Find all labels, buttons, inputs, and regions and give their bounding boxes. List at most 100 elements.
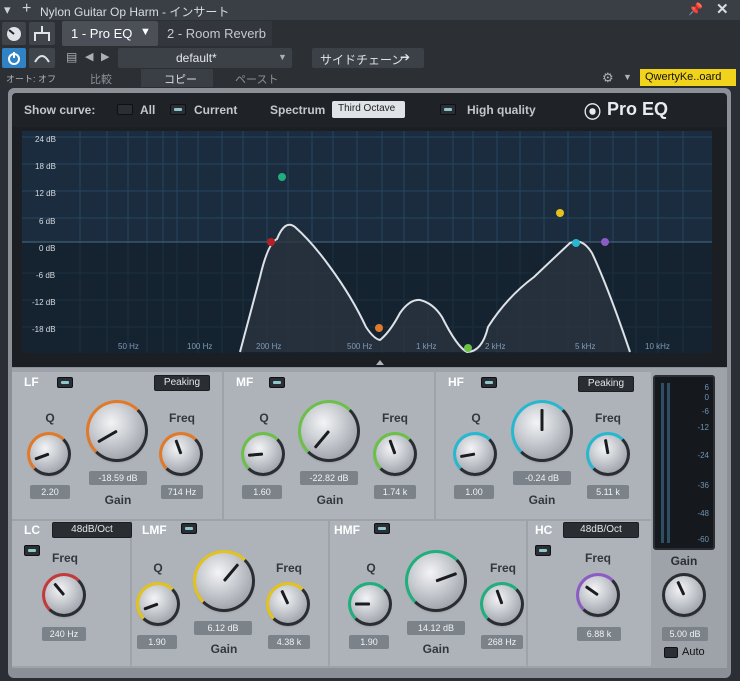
- routing-button[interactable]: [29, 22, 55, 45]
- keyboard-button[interactable]: QwertyKe..oard: [640, 69, 736, 86]
- lc-freq-value[interactable]: 240 Hz: [42, 627, 86, 641]
- mf-q-knob[interactable]: [241, 432, 285, 476]
- next-preset-icon[interactable]: ▶: [101, 50, 109, 63]
- eq-graph[interactable]: 24 dB 18 dB 12 dB 6 dB 0 dB -6 dB -12 dB…: [12, 127, 727, 367]
- lmf-q-knob[interactable]: [136, 582, 180, 626]
- hf-freq-value[interactable]: 5.11 k: [587, 485, 629, 499]
- mf-freq-knob[interactable]: [373, 432, 417, 476]
- toolbar-top: 1 - Pro EQ ▼ 2 - Room Reverb: [0, 20, 740, 47]
- hc-slope-select[interactable]: 48dB/Oct: [563, 522, 639, 538]
- x-label-1khz: 1 kHz: [416, 342, 436, 351]
- hf-q-value[interactable]: 1.00: [454, 485, 494, 499]
- add-icon[interactable]: +: [22, 0, 31, 18]
- x-label-5khz: 5 kHz: [575, 342, 595, 351]
- output-gain-label: Gain: [670, 554, 698, 568]
- lc-enable-checkbox[interactable]: [24, 545, 40, 556]
- lf-gain-knob[interactable]: [86, 400, 148, 462]
- prev-preset-icon[interactable]: ◀: [85, 50, 93, 63]
- mf-q-value[interactable]: 1.60: [242, 485, 282, 499]
- lc-slope-select[interactable]: 48dB/Oct: [52, 522, 132, 538]
- lc-band-handle[interactable]: [267, 238, 275, 246]
- meter-scale-label: -48: [697, 509, 709, 518]
- lf-freq-value[interactable]: 714 Hz: [161, 485, 203, 499]
- toolbar-compare: オート: オフ 比較 コピー ペースト ⚙ ▼ QwertyKe..oard: [0, 69, 740, 87]
- lf-freq-knob[interactable]: [159, 432, 203, 476]
- mf-band-handle[interactable]: [464, 344, 472, 352]
- hmf-enable-checkbox[interactable]: [374, 523, 390, 534]
- mf-freq-value[interactable]: 1.74 k: [374, 485, 416, 499]
- gear-icon[interactable]: ⚙: [602, 70, 614, 86]
- mf-gain-label: Gain: [316, 493, 344, 507]
- copy-button[interactable]: コピー: [141, 69, 213, 87]
- lmf-band-handle[interactable]: [556, 209, 564, 217]
- lmf-freq-knob[interactable]: [266, 582, 310, 626]
- automation-button[interactable]: [29, 48, 55, 68]
- hmf-freq-knob[interactable]: [480, 582, 524, 626]
- hf-freq-knob[interactable]: [586, 432, 630, 476]
- hc-band-handle[interactable]: [601, 238, 609, 246]
- hf-q-knob[interactable]: [453, 432, 497, 476]
- compare-button[interactable]: 比較: [90, 71, 112, 87]
- lf-enable-checkbox[interactable]: [57, 377, 73, 388]
- lf-q-knob[interactable]: [27, 432, 71, 476]
- chevron-down-icon[interactable]: ▼: [623, 72, 632, 82]
- hmf-freq-value[interactable]: 268 Hz: [481, 635, 523, 649]
- all-checkbox[interactable]: [117, 104, 133, 115]
- lmf-freq-value[interactable]: 4.38 k: [268, 635, 310, 649]
- close-icon[interactable]: ✕: [716, 0, 729, 18]
- copy-label: コピー: [164, 74, 197, 86]
- lf-type-select[interactable]: Peaking: [154, 375, 210, 391]
- y-label-12: 12 dB: [35, 189, 56, 198]
- eq-graph-canvas[interactable]: 24 dB 18 dB 12 dB 6 dB 0 dB -6 dB -12 dB…: [12, 127, 727, 367]
- lmf-gain-knob[interactable]: [193, 550, 255, 612]
- bypass-button[interactable]: [2, 48, 26, 68]
- hmf-band-handle[interactable]: [278, 173, 286, 181]
- y-label-minus6: -6 dB: [36, 271, 55, 280]
- mf-enable-checkbox[interactable]: [269, 377, 285, 388]
- hf-enable-checkbox[interactable]: [481, 377, 497, 388]
- hf-q-label: Q: [471, 411, 481, 425]
- tab-pro-eq[interactable]: 1 - Pro EQ ▼: [62, 21, 158, 46]
- sidechain-input-icon: ➔: [400, 50, 411, 64]
- current-checkbox[interactable]: [170, 104, 186, 115]
- lf-q-value[interactable]: 2.20: [30, 485, 70, 499]
- hmf-q-knob[interactable]: [348, 582, 392, 626]
- auto-off-label[interactable]: オート: オフ: [6, 72, 56, 85]
- lf-gain-value[interactable]: -18.59 dB: [89, 471, 147, 485]
- hf-gain-value[interactable]: -0.24 dB: [513, 471, 571, 485]
- output-gain-value[interactable]: 5.00 dB: [662, 627, 708, 641]
- menu-icon[interactable]: ▾: [4, 2, 11, 18]
- lmf-q-value[interactable]: 1.90: [137, 635, 177, 649]
- hmf-q-value[interactable]: 1.90: [349, 635, 389, 649]
- hmf-gain-knob[interactable]: [405, 550, 467, 612]
- lc-freq-knob[interactable]: [42, 573, 86, 617]
- spectrum-select[interactable]: Third Octave: [332, 101, 405, 118]
- hf-band-handle[interactable]: [572, 239, 580, 247]
- hc-freq-knob[interactable]: [576, 573, 620, 617]
- output-gain-knob[interactable]: [662, 573, 706, 617]
- lc-tag: LC: [24, 523, 40, 537]
- high-quality-checkbox[interactable]: [440, 104, 456, 115]
- tab-room-reverb[interactable]: 2 - Room Reverb: [158, 21, 272, 46]
- lmf-gain-value[interactable]: 6.12 dB: [194, 621, 252, 635]
- preset-file-icon[interactable]: ▤: [66, 50, 77, 64]
- lf-band-handle[interactable]: [375, 324, 383, 332]
- pin-icon[interactable]: 📌: [688, 2, 703, 16]
- preset-selector[interactable]: default* ▼: [118, 48, 292, 68]
- lmf-enable-checkbox[interactable]: [181, 523, 197, 534]
- power-knob-button[interactable]: [2, 22, 26, 45]
- hmf-gain-value[interactable]: 14.12 dB: [407, 621, 465, 635]
- mf-gain-knob[interactable]: [298, 400, 360, 462]
- x-label-10khz: 10 kHz: [645, 342, 670, 351]
- hf-gain-knob[interactable]: [511, 400, 573, 462]
- title-bar: ▾ + Nylon Guitar Op Harm - インサート 📌 ✕: [0, 0, 740, 20]
- paste-button[interactable]: ペースト: [235, 71, 278, 87]
- auto-checkbox[interactable]: [664, 647, 678, 658]
- chevron-down-icon[interactable]: ▼: [140, 26, 151, 38]
- hc-freq-value[interactable]: 6.88 k: [577, 627, 621, 641]
- hc-enable-checkbox[interactable]: [535, 545, 551, 556]
- mf-gain-value[interactable]: -22.82 dB: [300, 471, 358, 485]
- y-label-24: 24 dB: [35, 135, 56, 144]
- hf-type-select[interactable]: Peaking: [578, 376, 634, 392]
- sidechain-button[interactable]: サイドチェーン ➔: [312, 48, 424, 68]
